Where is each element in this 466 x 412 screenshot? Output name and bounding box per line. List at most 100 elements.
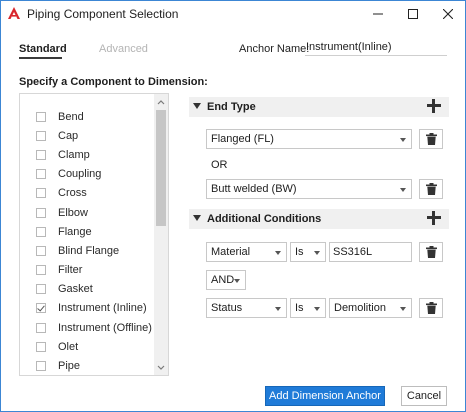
add-end-type-plus-icon[interactable] [427,99,441,113]
list-item-pipe[interactable]: Pipe [20,356,153,375]
chevron-down-icon [314,251,320,255]
chevron-down-icon [234,279,240,283]
checkbox[interactable] [36,341,46,352]
end-type-title: End Type [207,101,256,113]
list-item-blind-flange[interactable]: Blind Flange [20,241,153,260]
chevron-down-icon [400,188,406,192]
list-item-label: Instrument (Offline) [58,321,152,334]
list-item-instrument-inline[interactable]: Instrument (Inline) [20,299,153,318]
list-item-elbow[interactable]: Elbow [20,203,153,222]
list-item-coupling[interactable]: Coupling [20,165,153,184]
list-item-label: Elbow [58,206,88,219]
end-type-dropdown-1[interactable]: Flanged (FL) [206,129,412,149]
list-item-label: Gasket [58,283,93,296]
checkbox-checked[interactable] [36,303,46,314]
minimize-button[interactable] [361,1,395,27]
list-item-bend[interactable]: Bend [20,107,153,126]
list-item-label: Cap [58,129,79,142]
close-button[interactable] [431,1,465,27]
list-item-label: Olet [58,340,79,353]
delete-end-type-1-button[interactable] [419,129,443,149]
list-item-clamp[interactable]: Clamp [20,145,153,164]
scroll-up-icon[interactable] [154,95,168,109]
maximize-button[interactable] [396,1,430,27]
checkbox[interactable] [36,284,46,295]
condition-1-property-dropdown[interactable]: Material [206,242,287,262]
list-item-gasket[interactable]: Gasket [20,280,153,299]
list-item-label: Cross [58,187,87,200]
condition-2-operator-dropdown[interactable]: Is [290,298,326,318]
add-condition-plus-icon[interactable] [427,211,441,225]
checkbox[interactable] [36,169,46,180]
condition-1-value-input[interactable]: SS316L [329,242,412,262]
list-item-label: Clamp [58,148,90,161]
list-item-cap[interactable]: Cap [20,126,153,145]
title-bar[interactable]: Piping Component Selection [1,1,465,27]
list-scrollbar[interactable] [154,94,168,375]
dialog-window: Piping Component Selection Standard Adva… [0,0,466,412]
list-item-label: Coupling [58,168,102,181]
add-dimension-anchor-button[interactable]: Add Dimension Anchor [265,386,385,406]
cancel-button[interactable]: Cancel [401,386,447,406]
tab-advanced[interactable]: Advanced [99,43,148,55]
condition-joiner-dropdown[interactable]: AND [206,270,246,290]
end-type-header[interactable]: End Type [189,97,449,117]
dropdown-value: Flanged (FL) [211,133,274,145]
condition-2-property-dropdown[interactable]: Status [206,298,287,318]
collapse-triangle-icon[interactable] [193,215,201,221]
checkbox[interactable] [36,130,46,141]
trash-icon [425,183,437,195]
anchor-name-label: Anchor Name: [239,43,310,55]
chevron-down-icon [314,307,320,311]
collapse-triangle-icon[interactable] [193,103,201,109]
checkbox[interactable] [36,226,46,237]
dropdown-value: Is [295,302,304,314]
autocad-logo-icon [7,6,21,20]
dropdown-value: Status [211,302,243,314]
delete-condition-2-button[interactable] [419,298,443,318]
checkbox[interactable] [36,188,46,199]
list-item-label: Pipe [58,360,81,373]
checkbox[interactable] [36,207,46,218]
checkbox[interactable] [36,322,46,333]
list-item-label: Filter [58,264,83,277]
list-item-label: Blind Flange [58,244,120,257]
list-item-label: Flange [58,225,92,238]
list-item-flange[interactable]: Flange [20,222,153,241]
list-item-cross[interactable]: Cross [20,184,153,203]
checkbox[interactable] [36,111,46,122]
additional-conditions-header[interactable]: Additional Conditions [189,209,449,229]
dropdown-value: Butt welded (BW) [211,183,297,195]
checkbox[interactable] [36,149,46,160]
dropdown-value: Material [211,246,251,258]
delete-condition-1-button[interactable] [419,242,443,262]
scrollbar-thumb[interactable] [156,110,166,226]
component-section-label: Specify a Component to Dimension: [19,76,208,88]
chevron-down-icon [400,138,406,142]
additional-conditions-title: Additional Conditions [207,213,322,225]
tab-standard[interactable]: Standard [19,43,67,55]
checkbox[interactable] [36,265,46,276]
delete-end-type-2-button[interactable] [419,179,443,199]
or-separator: OR [211,159,228,171]
list-item-olet[interactable]: Olet [20,337,153,356]
condition-1-operator-dropdown[interactable]: Is [290,242,326,262]
trash-icon [425,246,437,258]
checkbox[interactable] [36,245,46,256]
end-type-dropdown-2[interactable]: Butt welded (BW) [206,179,412,199]
list-item-label: Bend [58,110,84,123]
trash-icon [425,133,437,145]
component-list[interactable]: Bend Cap Clamp Coupling Cross Elbow Flan… [19,93,169,376]
chevron-down-icon [275,307,281,311]
anchor-name-field[interactable]: Instrument(Inline) [305,41,447,56]
window-title: Piping Component Selection [27,7,179,21]
list-item-filter[interactable]: Filter [20,261,153,280]
scroll-down-icon[interactable] [154,360,168,374]
condition-2-value-dropdown[interactable]: Demolition [329,298,412,318]
chevron-down-icon [275,251,281,255]
list-item-instrument-offline[interactable]: Instrument (Offline) [20,318,153,337]
dropdown-value: Is [295,246,304,258]
list-item-label: Instrument (Inline) [58,302,147,315]
chevron-down-icon [400,307,406,311]
checkbox[interactable] [36,361,46,372]
